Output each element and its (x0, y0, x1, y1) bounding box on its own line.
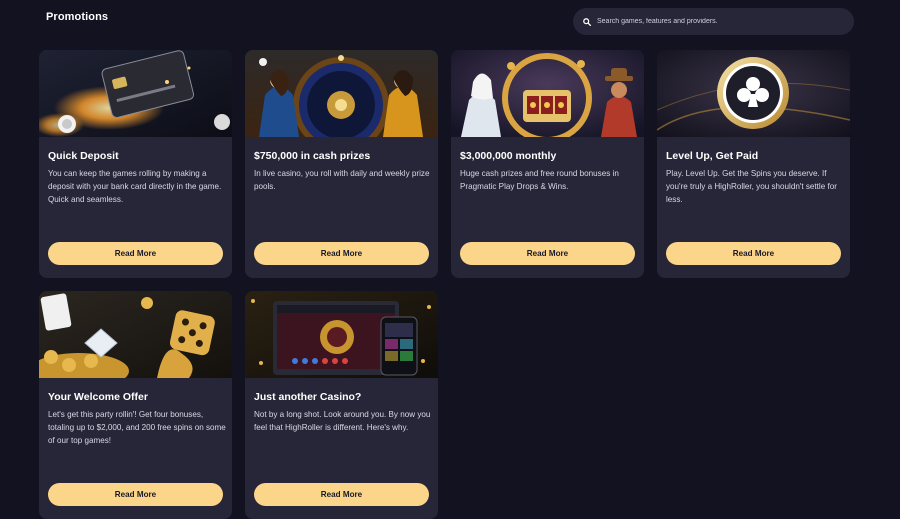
card-image (39, 50, 232, 137)
card-description: Not by a long shot. Look around you. By … (254, 410, 431, 432)
read-more-button[interactable]: Read More (254, 483, 429, 506)
card-image (39, 291, 232, 378)
search-icon (583, 17, 591, 26)
page-title: Promotions (46, 11, 109, 23)
read-more-button[interactable]: Read More (254, 242, 429, 265)
read-more-button[interactable]: Read More (666, 242, 841, 265)
promo-card-quick-deposit: Quick Deposit You can keep the games rol… (39, 50, 232, 278)
card-title: $3,000,000 monthly (460, 150, 557, 162)
promo-card-welcome-offer: Your Welcome Offer Let's get this party … (39, 291, 232, 519)
promo-card-just-another-casino: Just another Casino? Not by a long shot.… (245, 291, 438, 519)
slot-machine-characters-image (451, 50, 644, 137)
read-more-button[interactable]: Read More (48, 483, 223, 506)
card-title: Your Welcome Offer (48, 391, 148, 403)
promo-card-level-up: Level Up, Get Paid Play. Level Up. Get t… (657, 50, 850, 278)
read-more-button[interactable]: Read More (460, 242, 635, 265)
search-bar[interactable] (573, 8, 854, 35)
card-description: Let's get this party rollin'! Get four b… (48, 410, 226, 445)
flaming-bank-card-image (39, 50, 232, 137)
card-description: You can keep the games rolling by making… (48, 169, 222, 204)
promo-card-cash-prizes: $750,000 in cash prizes In live casino, … (245, 50, 438, 278)
laptop-phone-casino-image (245, 291, 438, 378)
golden-dice-coins-image (39, 291, 232, 378)
card-title: $750,000 in cash prizes (254, 150, 371, 162)
card-title: Quick Deposit (48, 150, 119, 162)
promo-card-monthly: $3,000,000 monthly Huge cash prizes and … (451, 50, 644, 278)
card-description: Huge cash prizes and free round bonuses … (460, 169, 619, 191)
search-input[interactable] (597, 18, 837, 25)
club-suit-coin-image (657, 50, 850, 137)
card-image (451, 50, 644, 137)
card-description: In live casino, you roll with daily and … (254, 169, 430, 191)
card-description: Play. Level Up. Get the Spins you deserv… (666, 169, 837, 204)
read-more-button[interactable]: Read More (48, 242, 223, 265)
card-image (245, 50, 438, 137)
card-image (657, 50, 850, 137)
live-casino-roulette-hosts-image (245, 50, 438, 137)
card-title: Level Up, Get Paid (666, 150, 759, 162)
card-title: Just another Casino? (254, 391, 362, 403)
card-image (245, 291, 438, 378)
